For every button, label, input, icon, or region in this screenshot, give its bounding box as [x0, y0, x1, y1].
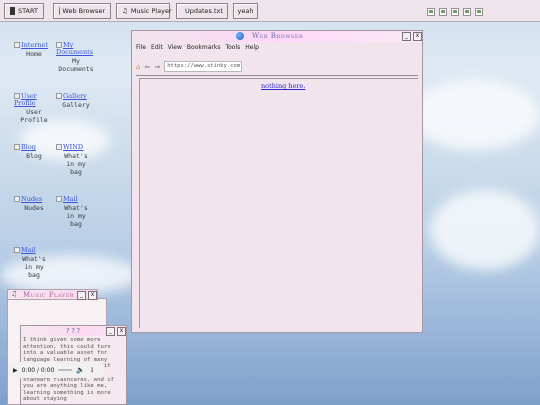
taskbar-web-browser-button[interactable]: Web Browser [53, 3, 111, 19]
desktop-icon-gallery[interactable]: Gallery Gallery [56, 93, 96, 109]
music-player-titlebar[interactable]: ♫ Music Player _ x [7, 289, 98, 300]
desktop-icon-user-profile[interactable]: User Profile User Profile [14, 93, 54, 124]
minimize-button[interactable]: _ [106, 327, 115, 336]
cloud [410, 80, 540, 150]
audio-time: 0:00 / 0:00 [21, 366, 55, 374]
close-button[interactable]: x [117, 327, 126, 336]
play-icon[interactable]: ▶ [13, 367, 18, 374]
content-link[interactable]: nothing here. [261, 82, 305, 90]
taskbar-button-label: Music Player [130, 7, 172, 15]
desktop-icon-link: Internet [21, 41, 48, 49]
cloud [430, 190, 540, 270]
desktop-icon-caption: What's in my bag [64, 204, 88, 228]
desktop-icon-blog[interactable]: Blog Blog [14, 144, 54, 160]
desktop-icon-caption: What's in my bag [64, 152, 88, 176]
audio-player: ▶ 0:00 / 0:00 🔈 ⋮ [8, 362, 104, 378]
browser-title: Web Browser [252, 32, 304, 40]
tray-icon[interactable] [451, 8, 459, 16]
url-input[interactable]: https://www.stinky.com [164, 61, 243, 72]
menu-help[interactable]: Help [245, 44, 259, 51]
note-title: ??? [65, 327, 82, 335]
browser-menubar: File Edit View Bookmarks Tools Help [136, 44, 259, 51]
desktop-icon-caption: What's in my bag [22, 255, 46, 279]
browser-titlebar[interactable]: Web Browser _ x [132, 31, 422, 42]
desktop-icon-wind[interactable]: WIND What's in my bag [56, 144, 96, 176]
desktop-icon-nudes[interactable]: Nudes Nudes [14, 196, 54, 212]
tray-icon[interactable] [439, 8, 447, 16]
desktop-icon-caption: Nudes [24, 204, 44, 212]
start-button[interactable]: START [4, 3, 44, 19]
taskbar-yeah-button[interactable]: yeah [233, 3, 258, 19]
minimize-button[interactable]: _ [402, 32, 411, 41]
divider [136, 75, 418, 76]
desktop-icon-link: Nudes [21, 195, 43, 203]
desktop-icon-link: Mail [63, 195, 78, 203]
more-options-icon[interactable]: ⋮ [89, 367, 95, 374]
taskbar-button-label: Web Browser [62, 7, 105, 15]
browser-content: nothing here. [139, 78, 418, 328]
menu-edit[interactable]: Edit [151, 44, 163, 51]
start-icon [10, 7, 15, 15]
taskbar: START Web Browser ♫ Music Player Updates… [0, 0, 540, 22]
broken-image-icon [14, 144, 20, 150]
desktop-icon-internet[interactable]: Internet Home [14, 42, 54, 58]
desktop-icon-caption: User Profile [20, 108, 48, 124]
music-note-icon: ♫ [11, 290, 18, 298]
broken-image-icon [14, 196, 20, 202]
home-icon[interactable]: ⌂ [136, 63, 140, 71]
menu-bookmarks[interactable]: Bookmarks [187, 44, 221, 51]
taskbar-music-player-button[interactable]: ♫ Music Player [116, 3, 172, 19]
globe-icon [236, 32, 244, 40]
menu-view[interactable]: View [168, 44, 182, 51]
seek-bar[interactable] [58, 369, 73, 371]
broken-image-icon [14, 247, 20, 253]
desktop-icon-link: WIND [63, 143, 84, 151]
taskbar-updates-button[interactable]: Updates.txt [176, 3, 228, 19]
tray-icon[interactable] [463, 8, 471, 16]
music-note-icon: ♫ [122, 7, 128, 15]
address-bar: ⌂ ⇐ ⇒ https://www.stinky.com [136, 61, 243, 72]
taskbar-button-label: yeah [237, 7, 254, 15]
desktop-icon-my-documents[interactable]: My Documents My Documents [56, 42, 96, 73]
desktop-icon-caption: My Documents [58, 57, 94, 73]
desktop-icon-link: Gallery [63, 92, 87, 100]
broken-image-icon [14, 42, 20, 48]
broken-image-icon [56, 93, 62, 99]
broken-image-icon [56, 144, 62, 150]
browser-window: Web Browser _ x File Edit View Bookmarks… [131, 30, 423, 333]
volume-icon[interactable]: 🔈 [76, 366, 85, 374]
desktop-icon-link: Mail [21, 246, 36, 254]
desktop-icon-mail[interactable]: Mail What's in my bag [14, 247, 54, 279]
music-player-title: Music Player [23, 291, 74, 299]
desktop-icon-caption: Home [26, 50, 42, 58]
menu-tools[interactable]: Tools [225, 44, 240, 51]
desktop-icon-link: Blog [21, 143, 36, 151]
desktop-icon-caption: Blog [26, 152, 42, 160]
close-button[interactable]: x [413, 32, 422, 41]
taskbar-button-label: Updates.txt [185, 7, 223, 15]
tray-icon[interactable] [427, 8, 435, 16]
close-button[interactable]: x [88, 291, 97, 300]
desktop-icon-mail[interactable]: Mail What's in my bag [56, 196, 96, 228]
minimize-button[interactable]: _ [77, 291, 86, 300]
tray-icon[interactable] [475, 8, 483, 16]
back-button[interactable]: ⇐ [144, 63, 150, 71]
desktop-icon-caption: Gallery [62, 101, 90, 109]
menu-file[interactable]: File [136, 44, 146, 51]
forward-button[interactable]: ⇒ [154, 63, 160, 71]
broken-image-icon [56, 196, 62, 202]
start-label: START [17, 7, 38, 15]
